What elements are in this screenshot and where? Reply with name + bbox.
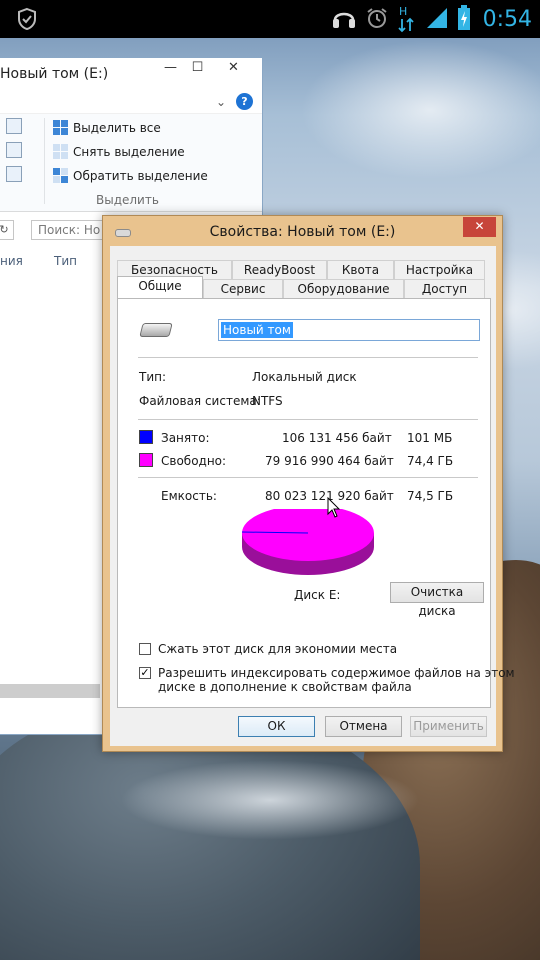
close-button[interactable]: ✕	[210, 58, 257, 80]
maximize-button[interactable]: ☐	[184, 58, 211, 80]
ribbon: Выделить все Снять выделение Обратить вы…	[0, 114, 262, 212]
invert-selection-button[interactable]: Обратить выделение	[53, 168, 208, 183]
shield-check-icon	[16, 7, 38, 31]
compress-checkbox[interactable]	[139, 643, 151, 655]
cloud-highlight	[300, 40, 540, 180]
tab-quota[interactable]: Квота	[327, 260, 394, 279]
compress-label: Сжать этот диск для экономии места	[158, 642, 398, 656]
type-label: Тип:	[139, 370, 167, 384]
headset-icon	[331, 6, 357, 33]
index-label-line2: диске в дополнение к свойствам файла	[158, 680, 412, 694]
explorer-title: Новый том (E:)	[0, 66, 109, 82]
dialog-body: Безопасность ReadyBoost Квота Настройка …	[110, 246, 515, 746]
disk-label: Диск E:	[294, 588, 341, 602]
data-arrows-icon: H	[397, 3, 417, 36]
tab-readyboost[interactable]: ReadyBoost	[232, 260, 327, 279]
dialog-title: Свойства: Новый том (E:)	[209, 224, 396, 240]
divider	[138, 419, 478, 420]
horizontal-scrollbar[interactable]	[0, 684, 100, 698]
select-none-label: Снять выделение	[73, 144, 185, 159]
cancel-button[interactable]: Отмена	[325, 716, 402, 737]
network-type-label: H	[399, 5, 407, 18]
ribbon-group-label: Выделить	[96, 193, 159, 207]
capacity-label: Емкость:	[161, 489, 217, 503]
select-all-button[interactable]: Выделить все	[53, 120, 161, 135]
chevron-down-icon[interactable]: ⌄	[216, 95, 226, 109]
battery-charging-icon	[457, 4, 471, 34]
signal-bars-icon	[425, 6, 449, 33]
free-label: Свободно:	[161, 454, 227, 468]
select-all-icon	[53, 120, 68, 135]
properties-dialog[interactable]: Свойства: Новый том (E:) ✕ Безопасность …	[102, 215, 515, 752]
dialog-titlebar[interactable]: Свойства: Новый том (E:) ✕	[103, 216, 502, 246]
properties-icon[interactable]	[6, 118, 22, 134]
tab-general[interactable]: Общие	[117, 276, 203, 298]
free-short: 74,4 ГБ	[407, 454, 454, 468]
minimize-button[interactable]: —	[157, 58, 184, 80]
ok-button[interactable]: ОК	[238, 716, 315, 737]
used-space-swatch	[139, 430, 153, 444]
search-input[interactable]: Поиск: Но	[31, 220, 113, 240]
volume-name-text: Новый том	[221, 322, 293, 338]
used-short: 101 МБ	[407, 431, 453, 445]
close-button[interactable]: ✕	[463, 217, 496, 237]
divider	[138, 357, 478, 358]
apply-button[interactable]: Применить	[410, 716, 487, 737]
ribbon-divider	[44, 118, 45, 204]
filesystem-value: NTFS	[252, 394, 283, 408]
invert-selection-label: Обратить выделение	[73, 168, 208, 183]
used-label: Занято:	[161, 431, 210, 445]
type-value: Локальный диск	[252, 370, 357, 384]
select-none-button[interactable]: Снять выделение	[53, 144, 185, 159]
edit-icon[interactable]	[6, 142, 22, 158]
volume-name-input[interactable]: Новый том	[218, 319, 480, 341]
refresh-icon[interactable]: ↻	[0, 220, 14, 240]
ribbon-left-icons	[6, 118, 32, 190]
free-bytes: 79 916 990 464 байт	[265, 454, 394, 468]
tab-hardware[interactable]: Оборудование	[283, 279, 404, 298]
ribbon-tabs-row: ⌄ ?	[0, 90, 262, 114]
filesystem-label: Файловая система:	[139, 394, 261, 408]
disk-cleanup-button[interactable]: Очистка диска	[390, 582, 484, 618]
tab-sharing[interactable]: Доступ	[404, 279, 485, 298]
clock-time: 0:54	[482, 6, 532, 32]
android-status-bar: H 0:54	[0, 0, 540, 38]
help-icon[interactable]: ?	[236, 93, 253, 110]
mouse-pointer-icon	[327, 497, 341, 518]
wave-foam	[120, 760, 420, 840]
capacity-short: 74,5 ГБ	[407, 489, 454, 503]
disk-usage-pie-chart	[241, 509, 374, 575]
free-space-swatch	[139, 453, 153, 467]
divider	[138, 477, 478, 478]
explorer-titlebar[interactable]: Новый том (E:) — ☐ ✕	[0, 58, 262, 90]
select-all-label: Выделить все	[73, 120, 161, 135]
tab-tools[interactable]: Сервис	[203, 279, 283, 298]
history-icon[interactable]	[6, 166, 22, 182]
used-bytes: 106 131 456 байт	[282, 431, 392, 445]
select-none-icon	[53, 144, 68, 159]
hard-drive-icon	[139, 323, 173, 337]
column-header-type[interactable]: Тип	[54, 254, 77, 268]
index-label-line1: Разрешить индексировать содержимое файло…	[158, 666, 515, 680]
column-header-name[interactable]: ния	[0, 254, 23, 268]
general-tab-panel: Новый том Тип: Локальный диск Файловая с…	[117, 298, 515, 708]
invert-selection-icon	[53, 168, 68, 183]
tab-customize[interactable]: Настройка	[394, 260, 485, 279]
index-checkbox[interactable]: ✓	[139, 667, 151, 679]
alarm-clock-icon	[365, 6, 389, 33]
